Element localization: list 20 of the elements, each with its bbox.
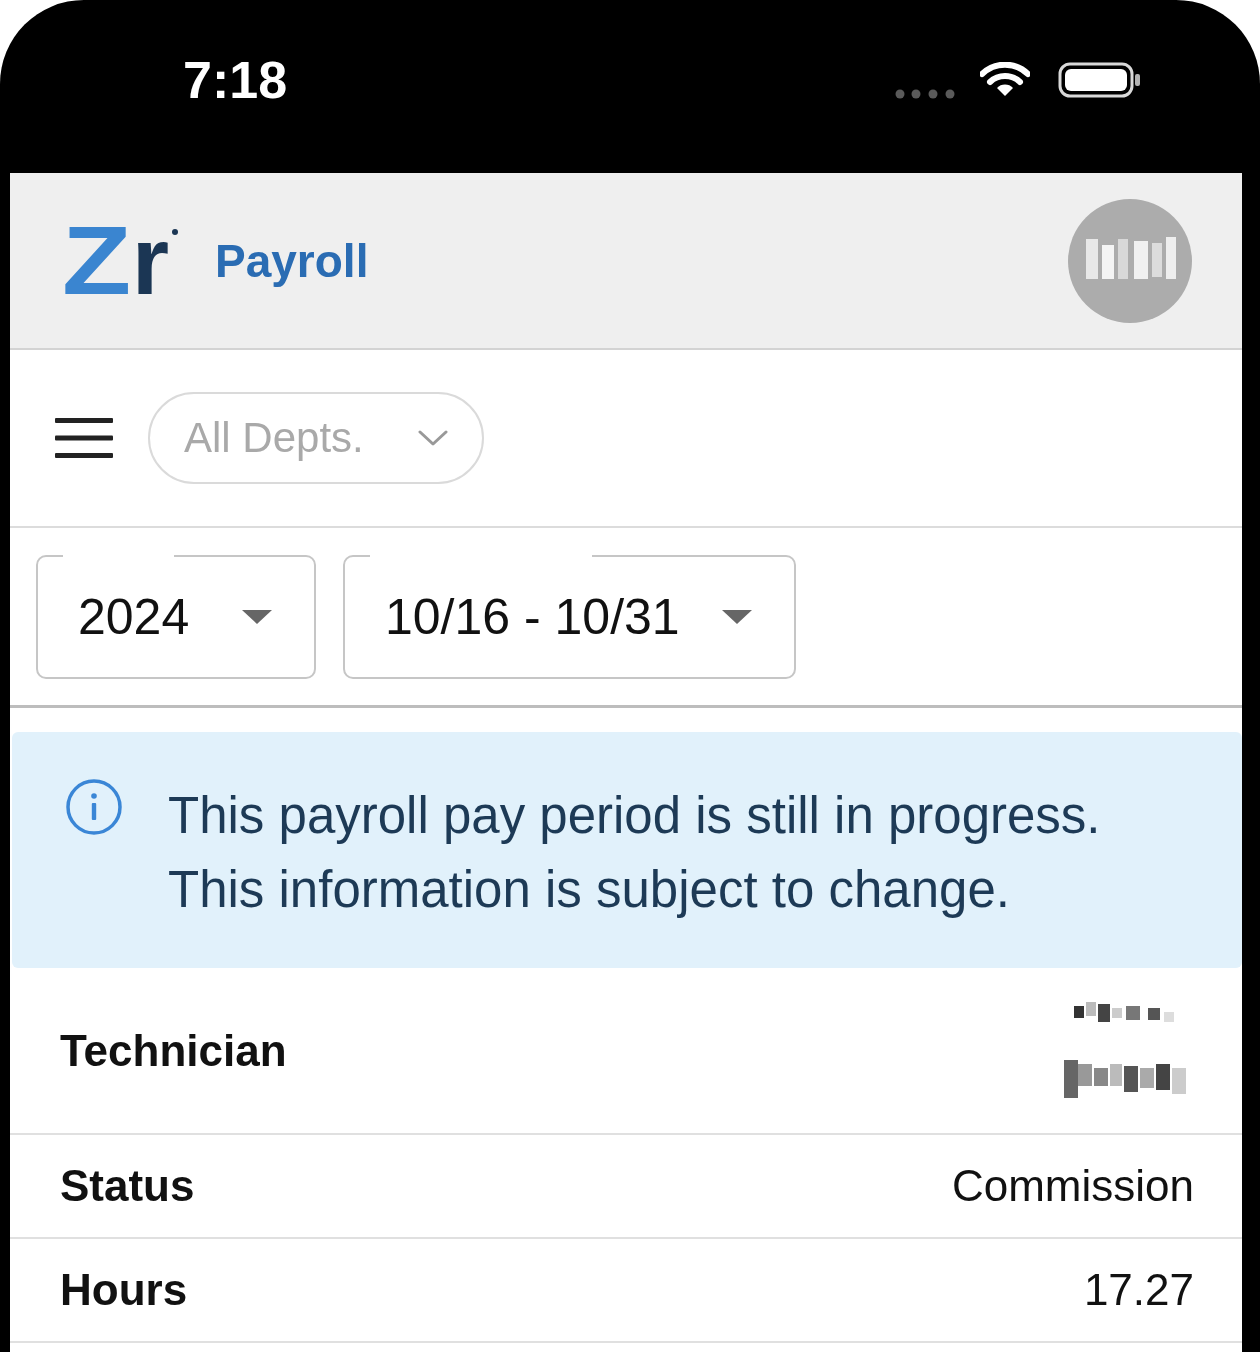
detail-value: Commission — [951, 1161, 1194, 1211]
detail-label: Status — [60, 1161, 195, 1211]
period-select[interactable]: 10/16 - 10/31 — [343, 554, 796, 679]
detail-label: Technician — [60, 1025, 287, 1076]
notice-message: This payroll pay period is still in progress. This information is subject to change. — [168, 786, 1102, 920]
status-time: 7:18 — [183, 54, 288, 106]
detail-label: Hours — [60, 1265, 188, 1315]
chevron-down-icon — [418, 430, 448, 446]
signal-dots-icon — [895, 89, 955, 99]
menu-button[interactable] — [55, 418, 113, 458]
period-select[interactable]: 2024 — [36, 554, 316, 679]
battery-icon — [1058, 62, 1140, 98]
info-icon — [66, 779, 122, 835]
menu-icon — [55, 418, 113, 458]
logo: Zr — [62, 212, 169, 309]
caret-down-icon — [722, 609, 752, 624]
registered-mark-icon — [172, 228, 178, 235]
caret-down-icon — [242, 609, 272, 624]
detail-value: 17.27 — [1083, 1265, 1194, 1315]
wifi-icon — [980, 62, 1030, 98]
